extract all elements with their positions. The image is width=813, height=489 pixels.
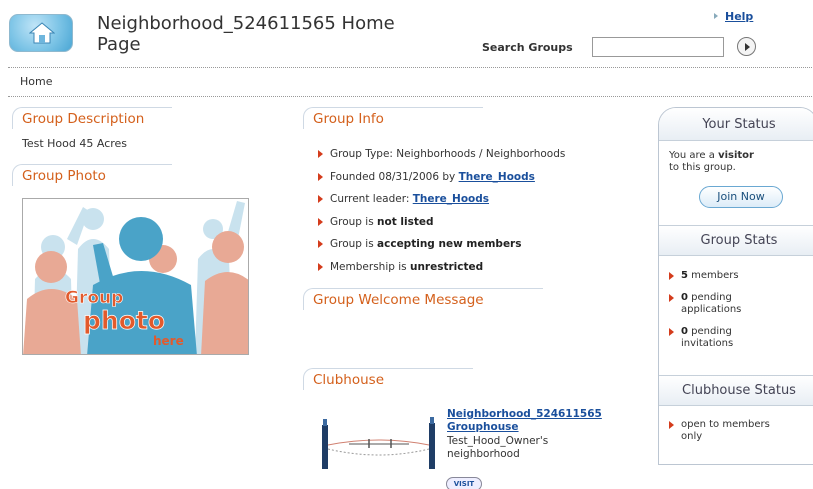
group-description-text: Test Hood 45 Acres bbox=[22, 137, 128, 150]
search-go-button[interactable] bbox=[737, 37, 756, 56]
clubhouse-heading: Clubhouse bbox=[303, 368, 473, 390]
group-home-logo bbox=[9, 14, 73, 52]
breadcrumb-divider bbox=[8, 96, 812, 97]
visitor-status-text: You are a visitor to this group. bbox=[669, 150, 754, 173]
house-icon bbox=[29, 22, 55, 44]
clubhouse-status-item: open to members only bbox=[669, 419, 811, 443]
help-link[interactable]: Help bbox=[725, 10, 753, 23]
membership-item: Membership is unrestricted bbox=[316, 260, 616, 283]
search-groups-input[interactable] bbox=[592, 37, 724, 57]
group-photo-placeholder: Group photo here bbox=[22, 198, 249, 355]
founded-item: Founded 08/31/2006 by There_Hoods bbox=[316, 170, 616, 193]
photo-placeholder-text-1: Group bbox=[65, 288, 123, 308]
photo-placeholder-text-3: here bbox=[153, 334, 184, 348]
group-info-heading: Group Info bbox=[303, 107, 483, 129]
group-description-heading: Group Description bbox=[12, 107, 172, 129]
pending-applications-stat: 0 pending applications bbox=[669, 292, 811, 316]
pending-invitations-stat: 0 pending invitations bbox=[669, 326, 811, 350]
group-stats-list: 5 members 0 pending applications 0 pendin… bbox=[669, 270, 811, 350]
people-silhouettes-illustration: Group photo here bbox=[23, 199, 248, 354]
breadcrumb-home[interactable]: Home bbox=[20, 75, 52, 88]
clubhouse-thumbnail[interactable] bbox=[319, 417, 439, 473]
header-divider bbox=[8, 67, 812, 68]
group-stats-heading: Group Stats bbox=[659, 225, 813, 256]
your-status-heading: Your Status bbox=[659, 108, 813, 141]
accepting-item: Group is accepting new members bbox=[316, 237, 616, 260]
clubhouse-visit-button[interactable]: VISIT bbox=[446, 477, 482, 489]
listed-item: Group is not listed bbox=[316, 215, 616, 238]
group-info-list: Group Type: Neighborhoods / Neighborhood… bbox=[316, 147, 616, 283]
leader-link[interactable]: There_Hoods bbox=[413, 193, 489, 205]
search-groups-label: Search Groups bbox=[482, 41, 573, 54]
clubhouse-description: Test_Hood_Owner's neighborhood bbox=[447, 435, 549, 460]
current-leader-item: Current leader: There_Hoods bbox=[316, 192, 616, 215]
photo-placeholder-text-2: photo bbox=[83, 306, 165, 335]
group-type-item: Group Type: Neighborhoods / Neighborhood… bbox=[316, 147, 616, 170]
group-welcome-heading: Group Welcome Message bbox=[303, 288, 543, 310]
founder-link[interactable]: There_Hoods bbox=[459, 171, 535, 183]
page-title: Neighborhood_524611565 Home Page bbox=[97, 13, 395, 55]
status-panel: Your Status You are a visitor to this gr… bbox=[658, 107, 813, 465]
members-stat: 5 members bbox=[669, 270, 811, 282]
help-arrow-icon bbox=[714, 13, 718, 19]
join-now-button[interactable]: Join Now bbox=[699, 186, 783, 208]
clubhouse-status-heading: Clubhouse Status bbox=[659, 375, 813, 406]
group-photo-heading: Group Photo bbox=[12, 164, 172, 186]
clubhouse-status-list: open to members only bbox=[669, 419, 811, 443]
clubhouse-link[interactable]: Neighborhood_524611565 Grouphouse bbox=[447, 408, 617, 434]
